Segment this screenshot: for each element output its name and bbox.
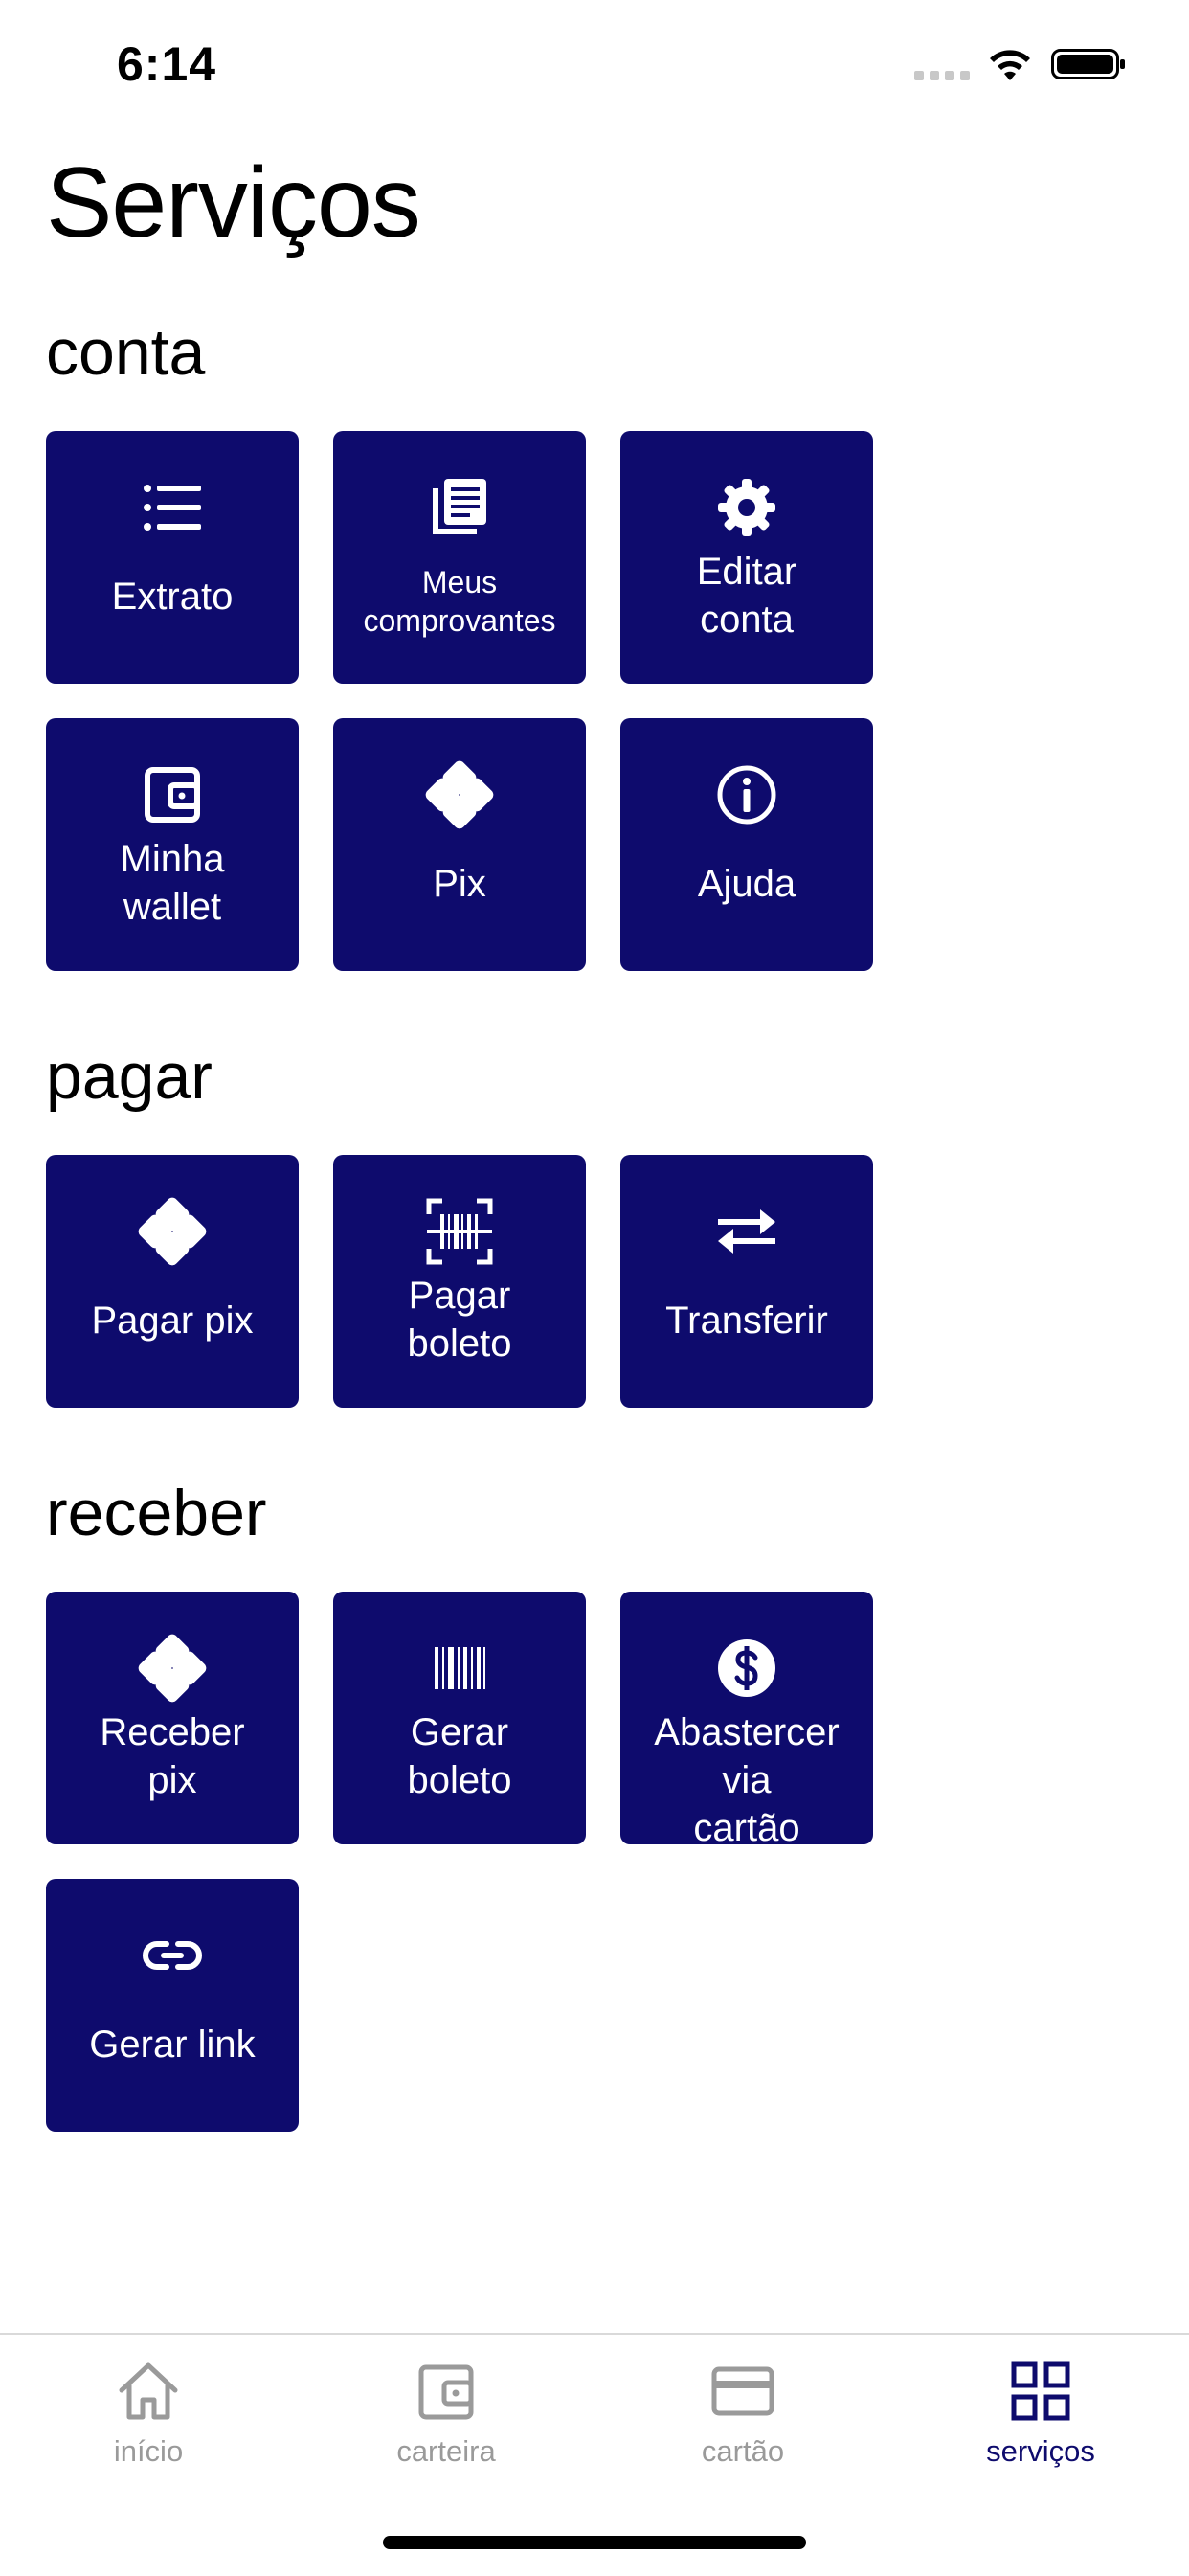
extrato-label: Extrato	[111, 576, 234, 618]
barcode-scan-icon	[426, 1198, 493, 1265]
status-bar: 6:14	[0, 0, 1189, 126]
gear-icon	[718, 479, 775, 536]
tab-servicos-label: serviços	[986, 2434, 1095, 2468]
tab-inicio[interactable]: início	[34, 2360, 263, 2494]
tab-servicos[interactable]: serviços	[926, 2360, 1155, 2494]
receber-pix-button[interactable]: Receber pix	[46, 1592, 299, 1844]
section-title-receber: receber	[46, 1477, 267, 1549]
pix-icon	[138, 1197, 207, 1266]
editar-conta-label: Editar conta	[696, 551, 797, 641]
battery-icon	[1051, 49, 1125, 79]
tab-cartao[interactable]: cartão	[628, 2360, 858, 2494]
gerar-boleto-button[interactable]: Gerar boleto	[333, 1592, 586, 1844]
minha-wallet-button[interactable]: Minha wallet	[46, 718, 299, 971]
barcode-icon	[435, 1647, 485, 1689]
tab-inicio-label: início	[113, 2434, 184, 2468]
credit-card-icon	[711, 2366, 774, 2416]
pix-icon	[425, 760, 494, 829]
gerar-link-button[interactable]: Gerar link	[46, 1879, 299, 2132]
pix-label: Pix	[433, 863, 486, 905]
meus-comprovantes-button[interactable]: Meus comprovantes	[333, 431, 586, 684]
dollar-coin-icon	[718, 1639, 775, 1697]
minha-wallet-label: Minha wallet	[120, 838, 225, 928]
editar-conta-button[interactable]: Editar conta	[620, 431, 873, 684]
status-time: 6:14	[117, 37, 217, 91]
pix-button[interactable]: Pix	[333, 718, 586, 971]
transferir-button[interactable]: Transferir	[620, 1155, 873, 1408]
pagar-boleto-label: Pagar boleto	[407, 1275, 512, 1365]
list-icon	[144, 485, 201, 531]
pix-icon	[138, 1634, 207, 1703]
pagar-boleto-button[interactable]: Pagar boleto	[333, 1155, 586, 1408]
wifi-icon	[990, 50, 1030, 80]
abastecer-via-cartao-label: Abastercer via cartão	[654, 1711, 840, 1849]
section-title-conta: conta	[46, 316, 206, 389]
cellular-signal-icon	[914, 71, 970, 80]
pagar-pix-button[interactable]: Pagar pix	[46, 1155, 299, 1408]
wallet-icon	[145, 767, 200, 823]
transfer-arrows-icon	[718, 1209, 775, 1254]
page-title: Serviços	[46, 147, 421, 259]
tab-carteira[interactable]: carteira	[331, 2360, 561, 2494]
info-icon	[717, 765, 776, 825]
transferir-label: Transferir	[665, 1299, 828, 1342]
tab-carteira-label: carteira	[396, 2434, 496, 2468]
abastecer-via-cartao-button[interactable]: Abastercer via cartão	[620, 1592, 873, 1849]
home-indicator[interactable]	[383, 2536, 806, 2549]
meus-comprovantes-label: Meus comprovantes	[363, 565, 556, 638]
extrato-button[interactable]: Extrato	[46, 431, 299, 684]
tab-cartao-label: cartão	[701, 2434, 785, 2468]
section-title-pagar: pagar	[46, 1040, 213, 1113]
grid-icon	[1011, 2361, 1070, 2421]
gerar-link-label: Gerar link	[89, 2023, 256, 2066]
link-icon	[143, 1941, 202, 1970]
receber-pix-label: Receber pix	[100, 1711, 245, 1801]
pagar-pix-label: Pagar pix	[91, 1299, 254, 1342]
wallet-icon	[418, 2364, 474, 2420]
home-icon	[119, 2362, 178, 2420]
gerar-boleto-label: Gerar boleto	[407, 1711, 512, 1801]
ajuda-label: Ajuda	[697, 863, 796, 905]
receipt-icon	[433, 479, 486, 534]
ajuda-button[interactable]: Ajuda	[620, 718, 873, 971]
